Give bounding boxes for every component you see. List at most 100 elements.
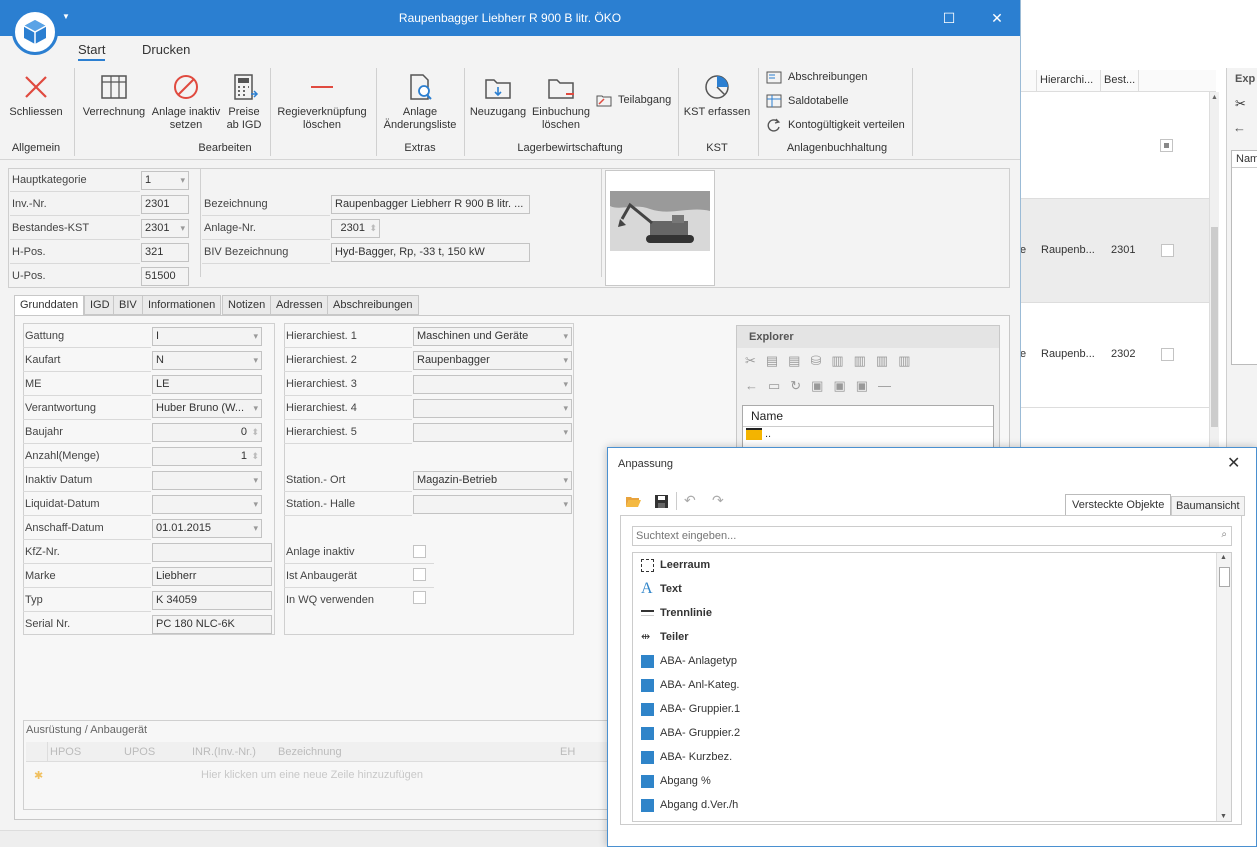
bezeichnung-field[interactable]: Raupenbagger Liebherr R 900 B litr. ... bbox=[331, 195, 530, 214]
anlage-nr-field[interactable]: 2301 bbox=[331, 219, 380, 238]
close-window-button[interactable]: ✕ bbox=[987, 8, 1007, 28]
col-inr[interactable]: INR.(Inv.-Nr.) bbox=[192, 746, 272, 758]
tab-versteckte-objekte[interactable]: Versteckte Objekte bbox=[1065, 494, 1172, 516]
upos-field[interactable]: 51500 bbox=[141, 267, 189, 286]
side-col-name[interactable]: Nam bbox=[1232, 151, 1257, 168]
row-checkbox[interactable] bbox=[1161, 244, 1174, 257]
neuzugang-button[interactable]: Neuzugang bbox=[468, 72, 528, 119]
explorer-col-name[interactable]: Name bbox=[743, 406, 993, 427]
hierarchiest-3-field[interactable] bbox=[413, 375, 572, 394]
col-best[interactable]: Best... bbox=[1101, 70, 1139, 92]
grid-scrollbar[interactable]: ▲ bbox=[1209, 92, 1219, 447]
liquidat-datum-field[interactable] bbox=[152, 495, 262, 514]
col-hpos[interactable]: HPOS bbox=[50, 746, 110, 758]
station-halle-field[interactable] bbox=[413, 495, 572, 514]
teilabgang-button[interactable]: Teilabgang bbox=[596, 93, 671, 107]
kontogueltigkeit-button[interactable]: Kontogültigkeit verteilen bbox=[766, 118, 905, 132]
tab-abschreibungen[interactable]: Abschreibungen bbox=[327, 295, 419, 315]
explorer-toolbar-row1[interactable]: ✂▤▤⛁▥▥▥▥ bbox=[745, 353, 920, 369]
tab-grunddaten[interactable]: Grunddaten bbox=[14, 295, 85, 316]
hpos-field[interactable]: 321 bbox=[141, 243, 189, 262]
col-hierarchie[interactable]: Hierarchi... bbox=[1037, 70, 1101, 92]
anlage-inaktiv-button[interactable]: Anlage inaktiv setzen bbox=[150, 72, 222, 132]
app-logo-icon[interactable] bbox=[12, 9, 58, 55]
open-folder-icon[interactable] bbox=[625, 494, 641, 511]
kst-erfassen-button[interactable]: KST erfassen bbox=[682, 72, 752, 119]
kfz-nr-field[interactable] bbox=[152, 543, 272, 562]
list-item[interactable]: Abgang % bbox=[641, 769, 711, 793]
table-row[interactable]: te Raupenb... 2302 bbox=[1017, 303, 1209, 408]
in-wq-verwenden-checkbox[interactable] bbox=[413, 591, 426, 604]
hierarchiest-1-field[interactable]: Maschinen und Geräte bbox=[413, 327, 572, 346]
regieverknuepfung-button[interactable]: Regieverknüpfung löschen bbox=[276, 72, 368, 132]
tab-adressen[interactable]: Adressen bbox=[270, 295, 329, 315]
tab-start[interactable]: Start bbox=[78, 42, 106, 61]
gattung-field[interactable]: I bbox=[152, 327, 262, 346]
table-row[interactable]: te Raupenb... 2301 bbox=[1017, 198, 1209, 303]
list-item[interactable]: ⇹ Teiler bbox=[641, 625, 689, 649]
station-ort-field[interactable]: Magazin-Betrieb bbox=[413, 471, 572, 490]
list-scrollbar[interactable]: ▲ ▼ bbox=[1216, 553, 1231, 821]
tab-notizen[interactable]: Notizen bbox=[222, 295, 272, 315]
list-item[interactable]: ABA- Gruppier.2 bbox=[641, 721, 740, 745]
asset-photo[interactable] bbox=[605, 170, 715, 286]
kaufart-field[interactable]: N bbox=[152, 351, 262, 370]
list-item[interactable]: Trennlinie bbox=[641, 601, 712, 625]
explorer-toolbar-row2[interactable]: ←▭↻▣▣▣— bbox=[745, 378, 901, 394]
back-arrow-icon[interactable]: ← bbox=[1233, 120, 1246, 135]
list-item[interactable]: Abgang d.Ver./h bbox=[641, 793, 738, 817]
abschreibungen-button[interactable]: Abschreibungen bbox=[766, 70, 868, 84]
undo-icon[interactable]: ↶ bbox=[684, 492, 696, 509]
baujahr-field[interactable]: 0 bbox=[152, 423, 262, 442]
bestandes-field[interactable]: 2301 bbox=[141, 219, 189, 238]
tab-informationen[interactable]: Informationen bbox=[142, 295, 222, 315]
inv-field[interactable]: 2301 bbox=[141, 195, 189, 214]
ist-anbaugeraet-checkbox[interactable] bbox=[413, 568, 426, 581]
col-eh[interactable]: EH bbox=[560, 746, 600, 758]
col-bezeichnung[interactable]: Bezeichnung bbox=[278, 746, 378, 758]
list-item[interactable]: ABA- Kurzbez. bbox=[641, 745, 732, 769]
new-row[interactable]: ✱ Hier klicken um eine neue Zeile hinzuz… bbox=[26, 765, 609, 787]
inaktiv-datum-field[interactable] bbox=[152, 471, 262, 490]
verrechnung-button[interactable]: Verrechnung bbox=[80, 72, 148, 119]
biv-field[interactable]: Hyd-Bagger, Rp, -33 t, 150 kW bbox=[331, 243, 530, 262]
hierarchiest-2-field[interactable]: Raupenbagger bbox=[413, 351, 572, 370]
list-item[interactable]: Leerraum bbox=[641, 553, 710, 577]
search-input[interactable]: ⌕ bbox=[632, 526, 1232, 546]
hierarchiest-5-field[interactable] bbox=[413, 423, 572, 442]
dialog-close-button[interactable]: ✕ bbox=[1227, 453, 1240, 473]
preise-button[interactable]: Preise ab IGD bbox=[222, 72, 266, 132]
serial-nr-field[interactable]: PC 180 NLC-6K bbox=[152, 615, 272, 634]
list-item[interactable]: A Text bbox=[641, 577, 682, 601]
row-checkbox[interactable] bbox=[1161, 348, 1174, 361]
redo-icon[interactable]: ↷ bbox=[712, 492, 724, 509]
list-item[interactable]: ABA- Gruppier.1 bbox=[641, 697, 740, 721]
einbuchung-loeschen-button[interactable]: Einbuchung löschen bbox=[530, 72, 592, 132]
col-upos[interactable]: UPOS bbox=[124, 746, 184, 758]
tab-igd[interactable]: IGD bbox=[84, 295, 116, 315]
anlage-inaktiv-checkbox[interactable] bbox=[413, 545, 426, 558]
hauptkategorie-field[interactable]: 1 bbox=[141, 171, 189, 190]
anzahl-field[interactable]: 1 bbox=[152, 447, 262, 466]
verantwortung-field[interactable]: Huber Bruno (W... bbox=[152, 399, 262, 418]
list-item[interactable]: ABA- Anlagetyp bbox=[641, 649, 737, 673]
hierarchiest-4-field[interactable] bbox=[413, 399, 572, 418]
grid-checkbox[interactable] bbox=[1160, 139, 1173, 152]
maximize-button[interactable]: ☐ bbox=[939, 8, 959, 28]
search-text-input[interactable] bbox=[633, 527, 1203, 545]
tab-drucken[interactable]: Drucken bbox=[142, 42, 190, 57]
scissors-icon[interactable]: ✂ bbox=[1235, 96, 1246, 112]
marke-field[interactable]: Liebherr bbox=[152, 567, 272, 586]
quick-access-dropdown-icon[interactable]: ▼ bbox=[62, 12, 70, 21]
tab-biv[interactable]: BIV bbox=[113, 295, 143, 315]
tab-baumansicht[interactable]: Baumansicht bbox=[1171, 496, 1245, 516]
anschaff-datum-field[interactable]: 01.01.2015 bbox=[152, 519, 262, 538]
me-field[interactable]: LE bbox=[152, 375, 262, 394]
close-button[interactable]: Schliessen bbox=[6, 72, 66, 119]
explorer-row-parent[interactable]: .. bbox=[743, 427, 993, 441]
save-icon[interactable] bbox=[654, 494, 669, 512]
list-item[interactable]: ABA- Anl-Kateg. bbox=[641, 673, 740, 697]
saldotabelle-button[interactable]: Saldotabelle bbox=[766, 94, 849, 108]
typ-field[interactable]: K 34059 bbox=[152, 591, 272, 610]
anlage-aenderungsliste-button[interactable]: Anlage Änderungsliste bbox=[380, 72, 460, 132]
